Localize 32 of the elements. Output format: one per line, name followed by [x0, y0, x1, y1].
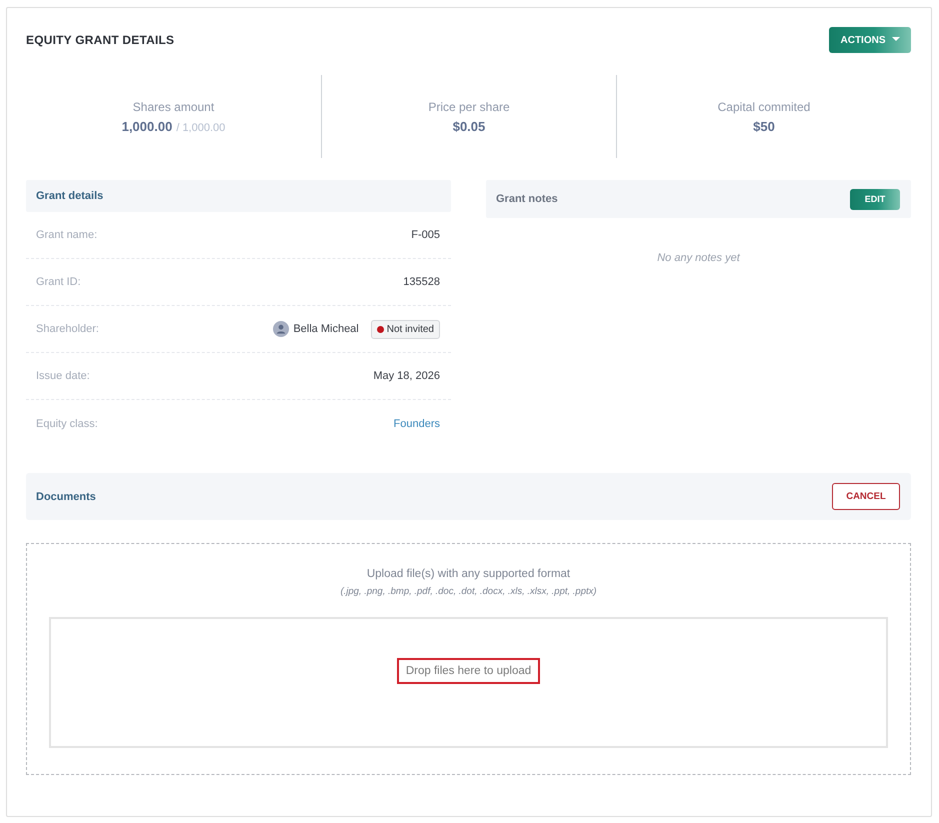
upload-instructions: Upload file(s) with any supported format	[366, 568, 570, 580]
stat-value: 1,000.00	[122, 118, 172, 134]
cancel-button[interactable]: CANCEL	[832, 483, 900, 510]
stat-value: $50	[753, 118, 775, 134]
edit-button[interactable]: EDIT	[850, 188, 900, 210]
equity-class-link[interactable]: Founders	[394, 418, 440, 430]
badge-label: Not invited	[386, 324, 434, 334]
field-value: 135528	[403, 276, 440, 288]
supported-formats: (.jpg, .png, .bmp, .pdf, .doc, .dot, .docx, .xls, .xlsx, .ppt, .pptx)	[340, 586, 597, 597]
field-value: May 18, 2026	[373, 370, 440, 382]
page-title: EQUITY GRANT DETAILS	[26, 33, 174, 47]
field-label: Shareholder:	[36, 323, 99, 335]
drop-zone[interactable]: Drop files here to upload	[49, 617, 888, 748]
avatar-icon	[273, 321, 290, 337]
field-label: Issue date:	[36, 370, 90, 382]
actions-button[interactable]: ACTIONS	[829, 27, 911, 53]
field-value: F-005	[411, 229, 440, 241]
documents-title: Documents	[36, 490, 96, 502]
empty-notes-text: No any notes yet	[657, 252, 740, 264]
field-label: Grant ID:	[36, 276, 81, 288]
field-label: Grant name:	[36, 229, 98, 241]
panel-title: Grant notes	[496, 193, 558, 205]
shareholder-name: Bella Micheal	[293, 323, 359, 335]
panel-title: Grant details	[36, 190, 104, 202]
stat-total: / 1,000.00	[176, 122, 226, 134]
caret-icon	[892, 37, 900, 41]
field-label: Equity class:	[36, 418, 98, 430]
stat-label: Price per share	[428, 100, 510, 114]
stat-value: $0.05	[452, 118, 486, 134]
drop-zone-text: Drop files here to upload	[396, 658, 540, 684]
stat-label: Shares amount	[132, 100, 214, 114]
stat-label: Capital commited	[718, 100, 810, 114]
